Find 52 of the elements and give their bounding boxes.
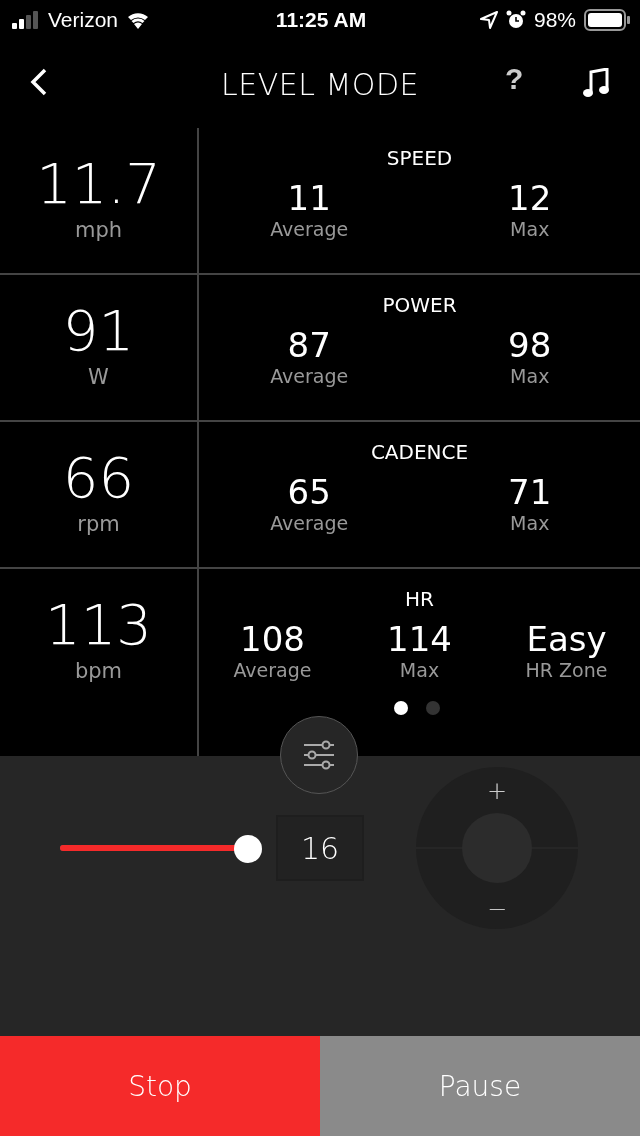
stop-button[interactable]: Stop (0, 1036, 320, 1136)
metric-label: Average (270, 365, 349, 387)
screen-title: LEVEL MODE (221, 66, 419, 102)
battery-percent: 98% (533, 8, 576, 32)
metric-value: 71 (508, 472, 552, 512)
unit-label: mph (74, 218, 123, 242)
clock-time: 11:25 AM (275, 8, 367, 32)
metric-label: Average (233, 659, 312, 681)
sliders-icon (302, 740, 336, 770)
metric-value: 87 (287, 325, 331, 365)
level-slider[interactable] (60, 835, 262, 861)
metric-label: Max (399, 659, 440, 681)
level-value: 16 (276, 815, 364, 881)
metric-title: SPEED (386, 146, 453, 170)
unit-label: rpm (77, 512, 120, 536)
metric-value: 12 (508, 178, 552, 218)
help-button[interactable]: ? (505, 62, 524, 96)
metric-label: Average (270, 218, 349, 240)
carrier-name: Verizon (48, 8, 119, 32)
current-value: 66 (62, 446, 135, 510)
metric-value: 65 (287, 472, 331, 512)
metric-label: Average (270, 512, 349, 534)
current-value: 113 (45, 593, 152, 657)
back-chevron-icon[interactable] (30, 68, 48, 96)
slider-thumb[interactable] (234, 835, 262, 863)
music-note-icon[interactable] (583, 68, 609, 98)
metric-title: CADENCE (370, 440, 469, 464)
metric-value: Easy (526, 619, 607, 659)
metric-title: HR (405, 587, 434, 611)
location-arrow-icon (479, 11, 498, 29)
metric-value: 114 (387, 619, 452, 659)
metric-value: 108 (240, 619, 305, 659)
metric-value: 11 (287, 178, 331, 218)
page-dot[interactable] (425, 701, 440, 715)
decrease-button[interactable]: − (482, 897, 512, 921)
increase-button[interactable]: + (482, 779, 512, 803)
current-value: 11.7 (36, 152, 161, 216)
metric-title: POWER (382, 293, 457, 317)
unit-label: bpm (74, 659, 123, 683)
page-dot[interactable] (393, 701, 408, 715)
level-dial[interactable]: + − (416, 767, 578, 929)
battery-icon (584, 9, 630, 31)
current-value: 91 (62, 299, 135, 363)
metric-label: Max (510, 365, 550, 387)
metric-label: Max (510, 218, 550, 240)
unit-label: W (88, 365, 109, 389)
signal-icon (12, 11, 40, 29)
wifi-icon (126, 11, 151, 29)
metric-label: Max (510, 512, 550, 534)
alarm-clock-icon (505, 10, 526, 30)
metric-value: 98 (508, 325, 552, 365)
metric-label: HR Zone (525, 659, 608, 681)
